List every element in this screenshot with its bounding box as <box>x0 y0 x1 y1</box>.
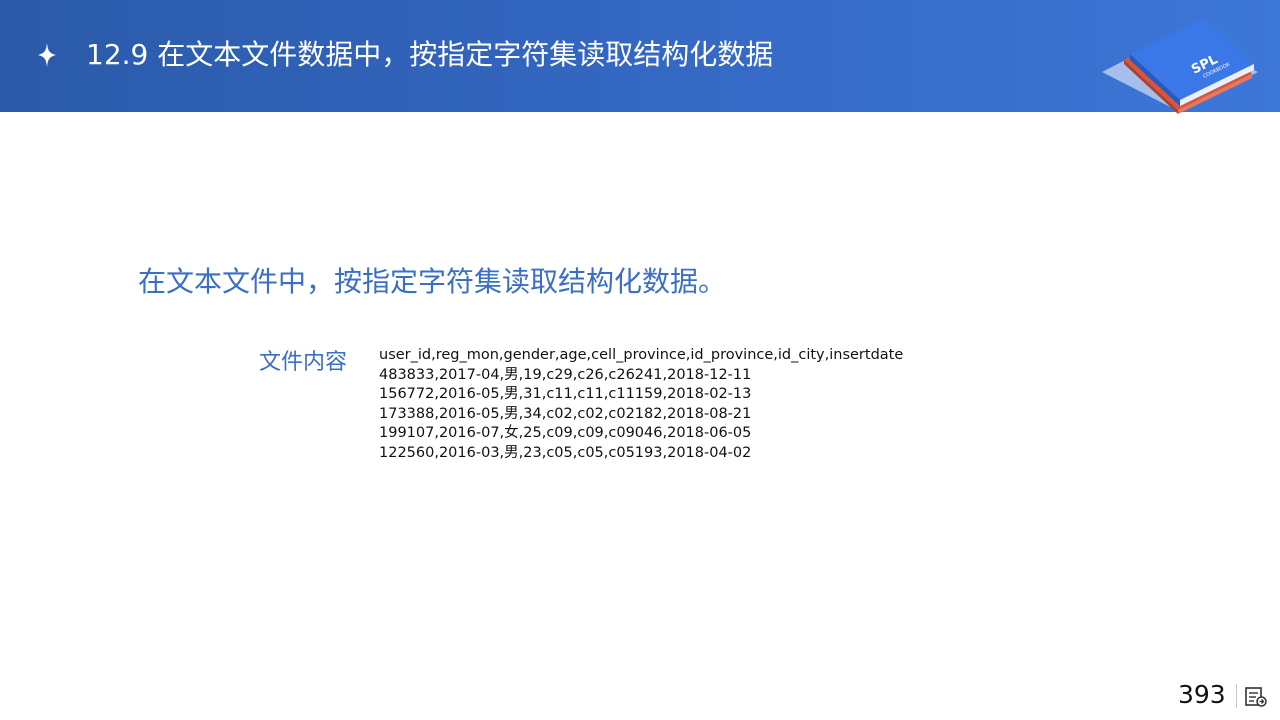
file-content-block: user_id,reg_mon,gender,age,cell_province… <box>379 346 903 463</box>
file-line: 156772,2016-05,男,31,c11,c11,c11159,2018-… <box>379 386 752 402</box>
four-point-star-icon <box>38 43 56 67</box>
page-number: 393 <box>1178 680 1226 709</box>
footer-divider <box>1236 684 1237 708</box>
file-line: 483833,2017-04,男,19,c29,c26,c26241,2018-… <box>379 366 752 383</box>
slide-notes-icon[interactable] <box>1244 686 1268 708</box>
file-content-label: 文件内容 <box>259 350 348 375</box>
page-title: 12.9 在文本文件数据中，按指定字符集读取结构化数据 <box>86 38 774 71</box>
section-subtitle: 在文本文件中，按指定字符集读取结构化数据。 <box>138 265 727 298</box>
header-bar: 12.9 在文本文件数据中，按指定字符集读取结构化数据 SPL COOKBOOK <box>0 0 1280 114</box>
spl-cookbook-book-stack-icon: SPL COOKBOOK <box>1102 18 1258 114</box>
file-line: 122560,2016-03,男,23,c05,c05,c05193,2018-… <box>379 444 752 461</box>
file-line: 173388,2016-05,男,34,c02,c02,c02182,2018-… <box>379 405 752 422</box>
file-line-header: user_id,reg_mon,gender,age,cell_province… <box>379 347 904 363</box>
file-line: 199107,2016-07,女,25,c09,c09,c09046,2018-… <box>379 425 752 441</box>
